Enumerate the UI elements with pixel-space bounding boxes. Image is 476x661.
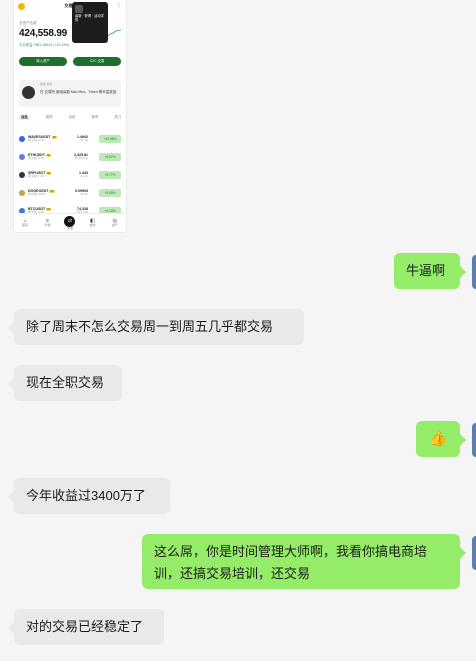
nav-market: ≡ 行情 xyxy=(41,218,55,228)
coin-list: WAVESUSDT 3X 成交额 2.3M 1.4942 $1.49 +13.95% … xyxy=(19,130,121,220)
deposit-button: 转入资产 xyxy=(19,57,67,66)
coin-row: DOGEUSDT 5X 成交额 980M 0.09953 $0.10 +5.69% xyxy=(19,184,121,202)
thumbs-up-emoji: 👍 xyxy=(428,430,448,447)
my-avatar[interactable] xyxy=(472,423,476,457)
coin-price: 2,325.81 $2,325.81 xyxy=(74,153,88,161)
shared-screenshot-image[interactable]: 交易所 ⋮ 总资产估值 424,558.99 今日收益 +$81,288.51 … xyxy=(14,0,126,232)
message-bubble[interactable]: 今年收益过3400万了 xyxy=(8,478,170,514)
pnl-text: 今日收益 +$81,288.51 (+24.23%) xyxy=(19,43,70,47)
coin-row: ETHUSDT 5X 成交额 4.1B 2,325.81 $2,325.81 +6.6… xyxy=(19,148,121,166)
message-text: 除了周末不怎么交易周一到周五几乎都交易 xyxy=(26,319,274,334)
my-avatar[interactable] xyxy=(472,536,476,570)
app-logo-icon xyxy=(18,2,25,10)
tab-favorites: 自选 xyxy=(19,115,30,120)
message-text: 现在全职交易 xyxy=(26,375,105,390)
menu-icon: ⋮ xyxy=(116,3,122,9)
nav-home: ⌂ 首页 xyxy=(18,218,32,228)
coin-name: XRPUSDT 5X 成交额 1.2B xyxy=(28,171,52,179)
message-bubble[interactable]: 这么屌，你是时间管理大师啊，我看你搞电商培训，还搞交易培训，还交易 xyxy=(142,534,466,589)
message-text: 今年收益过3400万了 xyxy=(26,488,146,503)
doge-coin-icon xyxy=(19,190,25,196)
message-bubble[interactable]: 👍 xyxy=(416,421,466,457)
tab-futures: 合约 xyxy=(68,115,76,119)
my-avatar[interactable] xyxy=(472,255,476,289)
balance-value: 424,558.99 xyxy=(19,28,68,39)
xrp-coin-icon xyxy=(19,172,25,178)
message-bubble[interactable]: 牛逼啊 xyxy=(394,253,466,289)
coin-name: ETHUSDT 5X 成交额 4.1B xyxy=(28,153,52,161)
total-asset-label: 总资产估值 xyxy=(19,21,37,25)
tab-hot: 热门 xyxy=(114,115,121,119)
news-title: 最新活动 xyxy=(40,82,53,86)
action-button-row: 转入资产 C2C 交易 xyxy=(19,57,121,66)
coin-name: WAVESUSDT 3X 成交额 2.3M xyxy=(28,135,57,143)
message-bubble[interactable]: 现在全职交易 xyxy=(8,365,122,401)
promo-text: 最新 · 获得 · 活动详情 xyxy=(75,14,104,22)
tab-new: 新币 xyxy=(91,115,99,119)
market-tabs: 自选 现货 合约 新币 热门 xyxy=(19,115,121,120)
coin-price: 1.443 $1.44 xyxy=(79,171,88,179)
coin-change-badge: +5.77% xyxy=(99,171,121,179)
coin-row: WAVESUSDT 3X 成交额 2.3M 1.4942 $1.49 +13.95% xyxy=(19,130,121,148)
coin-change-badge: +5.69% xyxy=(99,189,121,197)
news-card: 最新活动 在 交易所 使用赢取 Mac Mini、Token 等丰富奖品 xyxy=(19,80,121,107)
coin-price: 0.09953 $0.10 xyxy=(75,189,88,197)
coin-name: DOGEUSDT 5X 成交额 980M xyxy=(28,189,55,197)
coin-price: 1.4942 $1.49 xyxy=(77,135,88,143)
news-text: 在 交易所 使用赢取 Mac Mini、Token 等丰富奖品 xyxy=(40,90,117,94)
coin-row: XRPUSDT 5X 成交额 1.2B 1.443 $1.44 +5.77% xyxy=(19,166,121,184)
news-avatar-icon xyxy=(22,86,35,99)
promo-image-icon xyxy=(75,5,83,13)
nav-trade: ⇄ 交易 xyxy=(63,215,77,231)
message-bubble[interactable]: 除了周末不怎么交易周一到周五几乎都交易 xyxy=(8,309,304,345)
c2c-button: C2C 交易 xyxy=(73,57,121,66)
tab-spot: 现货 xyxy=(45,115,53,119)
message-text: 对的交易已经稳定了 xyxy=(26,619,144,634)
message-text: 这么屌，你是时间管理大师啊，我看你搞电商培训，还搞交易培训，还交易 xyxy=(154,544,428,581)
message-text: 牛逼啊 xyxy=(406,263,446,278)
coin-change-badge: +13.95% xyxy=(99,135,121,143)
app-bottom-nav: ⌂ 首页 ≡ 行情 ⇄ 交易 ◧ 合约 ◎ 资产 xyxy=(14,213,126,232)
nav-assets: ◎ 资产 xyxy=(108,218,122,228)
nav-futures: ◧ 合约 xyxy=(85,218,99,228)
message-bubble[interactable]: 对的交易已经稳定了 xyxy=(8,609,164,645)
app-top-bar: 交易所 ⋮ xyxy=(14,0,126,12)
coin-change-badge: +6.67% xyxy=(99,153,121,161)
waves-coin-icon xyxy=(19,136,25,142)
promo-popup: 最新 · 获得 · 活动详情 xyxy=(72,2,108,43)
eth-coin-icon xyxy=(19,154,25,160)
